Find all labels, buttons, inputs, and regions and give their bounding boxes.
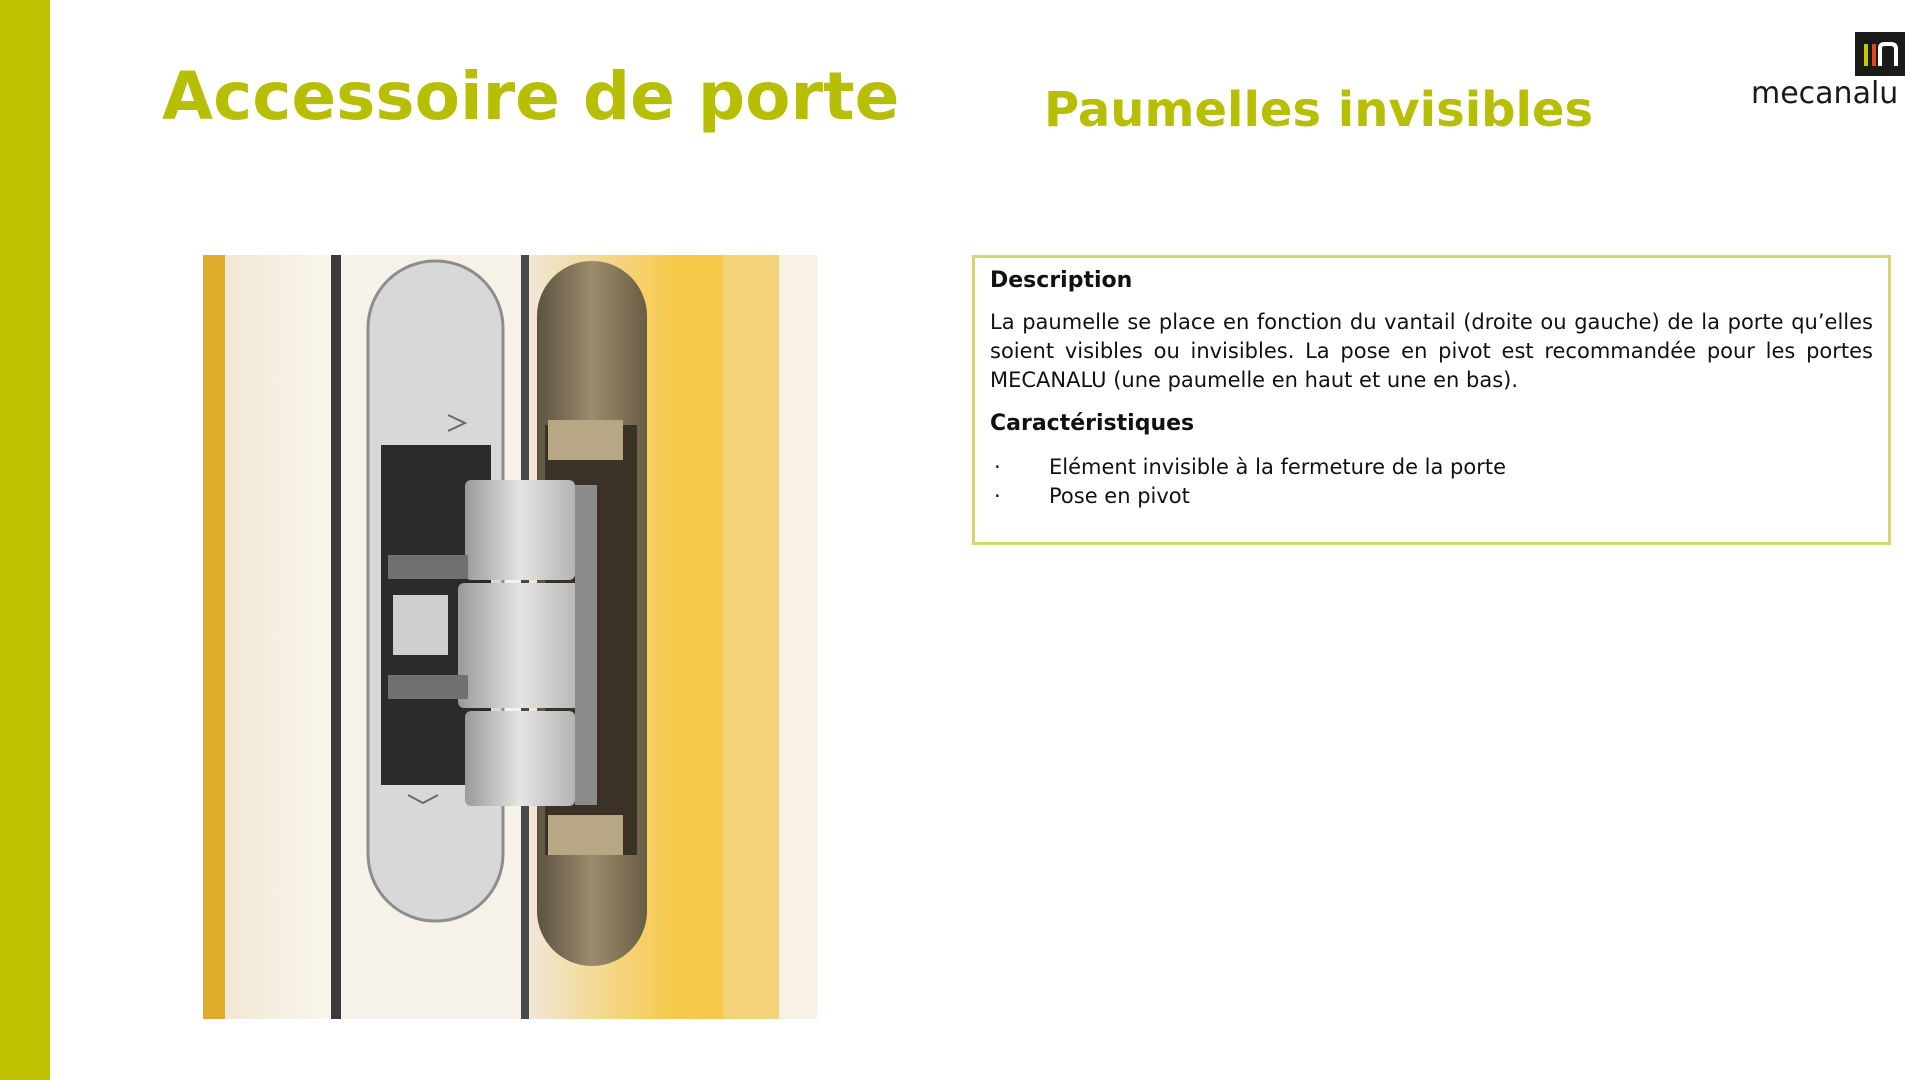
- description-text: La paumelle se place en fonction du vant…: [990, 310, 1873, 392]
- features-list: · Elément invisible à la fermeture de la…: [990, 453, 1873, 511]
- description-box: Description La paumelle se place en fonc…: [972, 255, 1891, 545]
- list-item: · Pose en pivot: [990, 482, 1873, 511]
- list-item: · Elément invisible à la fermeture de la…: [990, 453, 1873, 482]
- features-heading: Caractéristiques: [990, 411, 1195, 436]
- logo-mark-icon: [1855, 32, 1905, 76]
- mecanalu-logo: mecanalu: [1735, 18, 1920, 118]
- page-title: Accessoire de porte: [162, 58, 900, 135]
- accent-side-bar: [0, 0, 50, 1080]
- feature-text: Elément invisible à la fermeture de la p…: [1049, 455, 1507, 479]
- invisible-hinge-photo: [203, 255, 817, 1019]
- description-heading: Description: [990, 268, 1133, 293]
- bullet-marker: ·: [994, 484, 1001, 508]
- logo-wordmark: mecanalu: [1751, 76, 1899, 111]
- page-subtitle: Paumelles invisibles: [1044, 82, 1594, 138]
- bullet-marker: ·: [994, 455, 1001, 479]
- feature-text: Pose en pivot: [1049, 484, 1190, 508]
